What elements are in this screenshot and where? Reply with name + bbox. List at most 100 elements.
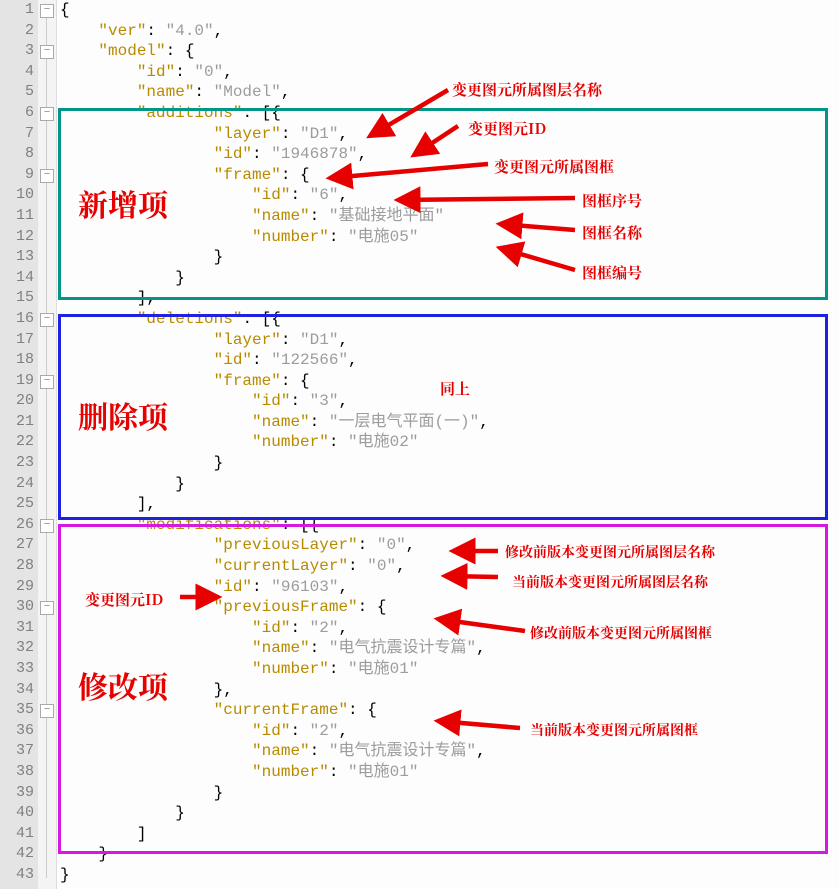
code-line[interactable]: "frame": {: [60, 165, 839, 186]
line-number: 22: [0, 432, 34, 453]
code-line[interactable]: "id": "2",: [60, 618, 839, 639]
section-label-additions: 新增项: [78, 188, 168, 218]
code-line[interactable]: ],: [60, 494, 839, 515]
note-curr-layer: 当前版本变更图元所属图层名称: [512, 572, 708, 592]
line-number: 32: [0, 638, 34, 659]
line-number: 16: [0, 309, 34, 330]
line-number: 25: [0, 494, 34, 515]
fold-toggle[interactable]: −: [40, 313, 54, 327]
fold-toggle[interactable]: −: [40, 519, 54, 533]
code-line[interactable]: "deletions": [{: [60, 309, 839, 330]
line-number: 29: [0, 577, 34, 598]
code-line[interactable]: ],: [60, 288, 839, 309]
code-line[interactable]: ]: [60, 824, 839, 845]
code-line[interactable]: "number": "电施05": [60, 227, 839, 248]
note-frame-number: 图框编号: [582, 262, 642, 283]
line-number: 12: [0, 227, 34, 248]
line-number: 42: [0, 844, 34, 865]
code-line[interactable]: }: [60, 783, 839, 804]
code-line[interactable]: "id": "96103",: [60, 577, 839, 598]
code-line[interactable]: "currentLayer": "0",: [60, 556, 839, 577]
section-label-modifications: 修改项: [78, 670, 168, 700]
note-frame: 变更图元所属图框: [494, 156, 614, 177]
line-number: 18: [0, 350, 34, 371]
fold-toggle[interactable]: −: [40, 704, 54, 718]
code-line[interactable]: "id": "0",: [60, 62, 839, 83]
code-line[interactable]: }: [60, 247, 839, 268]
fold-toggle[interactable]: −: [40, 45, 54, 59]
code-line[interactable]: "ver": "4.0",: [60, 21, 839, 42]
code-line[interactable]: "name": "一层电气平面(一)",: [60, 412, 839, 433]
line-number: 38: [0, 762, 34, 783]
code-line[interactable]: "id": "6",: [60, 185, 839, 206]
code-line[interactable]: "number": "电施01": [60, 762, 839, 783]
line-number: 10: [0, 185, 34, 206]
line-number: 14: [0, 268, 34, 289]
code-line[interactable]: "id": "1946878",: [60, 144, 839, 165]
line-number: 6: [0, 103, 34, 124]
section-label-deletions: 删除项: [78, 400, 168, 430]
code-line[interactable]: "id": "2",: [60, 721, 839, 742]
code-line[interactable]: "name": "基础接地平面": [60, 206, 839, 227]
code-line[interactable]: "number": "电施01": [60, 659, 839, 680]
code-line[interactable]: "modifications": [{: [60, 515, 839, 536]
code-line[interactable]: {: [60, 0, 839, 21]
code-line[interactable]: "additions": [{: [60, 103, 839, 124]
line-number: 43: [0, 865, 34, 886]
code-area: { "ver": "4.0", "model": { "id": "0", "n…: [60, 0, 839, 886]
line-number: 5: [0, 82, 34, 103]
code-line[interactable]: "layer": "D1",: [60, 124, 839, 145]
line-number: 39: [0, 783, 34, 804]
code-line[interactable]: "number": "电施02": [60, 432, 839, 453]
line-number: 35: [0, 700, 34, 721]
note-mod-element-id: 变更图元ID: [85, 589, 163, 610]
code-line[interactable]: "id": "122566",: [60, 350, 839, 371]
fold-toggle[interactable]: −: [40, 4, 54, 18]
code-line[interactable]: "currentFrame": {: [60, 700, 839, 721]
line-number: 9: [0, 165, 34, 186]
code-line[interactable]: "name": "电气抗震设计专篇",: [60, 741, 839, 762]
code-line[interactable]: "name": "Model",: [60, 82, 839, 103]
line-number: 11: [0, 206, 34, 227]
line-number: 26: [0, 515, 34, 536]
code-line[interactable]: "previousLayer": "0",: [60, 535, 839, 556]
line-number-gutter: 1234567891011121314151617181920212223242…: [0, 0, 38, 889]
fold-toggle[interactable]: −: [40, 601, 54, 615]
code-line[interactable]: }: [60, 844, 839, 865]
note-layer-name: 变更图元所属图层名称: [452, 79, 602, 100]
fold-toggle[interactable]: −: [40, 169, 54, 183]
line-number: 24: [0, 474, 34, 495]
line-number: 13: [0, 247, 34, 268]
note-same-as-above: 同上: [440, 378, 470, 399]
code-line[interactable]: "model": {: [60, 41, 839, 62]
code-line[interactable]: }: [60, 453, 839, 474]
note-curr-frame: 当前版本变更图元所属图框: [530, 720, 698, 740]
line-number: 28: [0, 556, 34, 577]
note-frame-name: 图框名称: [582, 222, 642, 243]
line-number: 40: [0, 803, 34, 824]
line-number: 3: [0, 41, 34, 62]
line-number: 7: [0, 124, 34, 145]
line-number: 1: [0, 0, 34, 21]
line-number: 30: [0, 597, 34, 618]
code-line[interactable]: }: [60, 865, 839, 886]
line-number: 8: [0, 144, 34, 165]
line-number: 34: [0, 680, 34, 701]
fold-toggle[interactable]: −: [40, 107, 54, 121]
code-line[interactable]: }: [60, 474, 839, 495]
line-number: 15: [0, 288, 34, 309]
code-line[interactable]: "layer": "D1",: [60, 330, 839, 351]
code-line[interactable]: }: [60, 803, 839, 824]
line-number: 41: [0, 824, 34, 845]
fold-toggle[interactable]: −: [40, 375, 54, 389]
note-element-id: 变更图元ID: [468, 118, 546, 139]
code-line[interactable]: "previousFrame": {: [60, 597, 839, 618]
line-number: 27: [0, 535, 34, 556]
fold-column: − − − − − − − − −: [38, 0, 57, 889]
code-line[interactable]: }: [60, 268, 839, 289]
line-number: 21: [0, 412, 34, 433]
line-number: 17: [0, 330, 34, 351]
code-line[interactable]: },: [60, 680, 839, 701]
code-line[interactable]: "name": "电气抗震设计专篇",: [60, 638, 839, 659]
line-number: 19: [0, 371, 34, 392]
